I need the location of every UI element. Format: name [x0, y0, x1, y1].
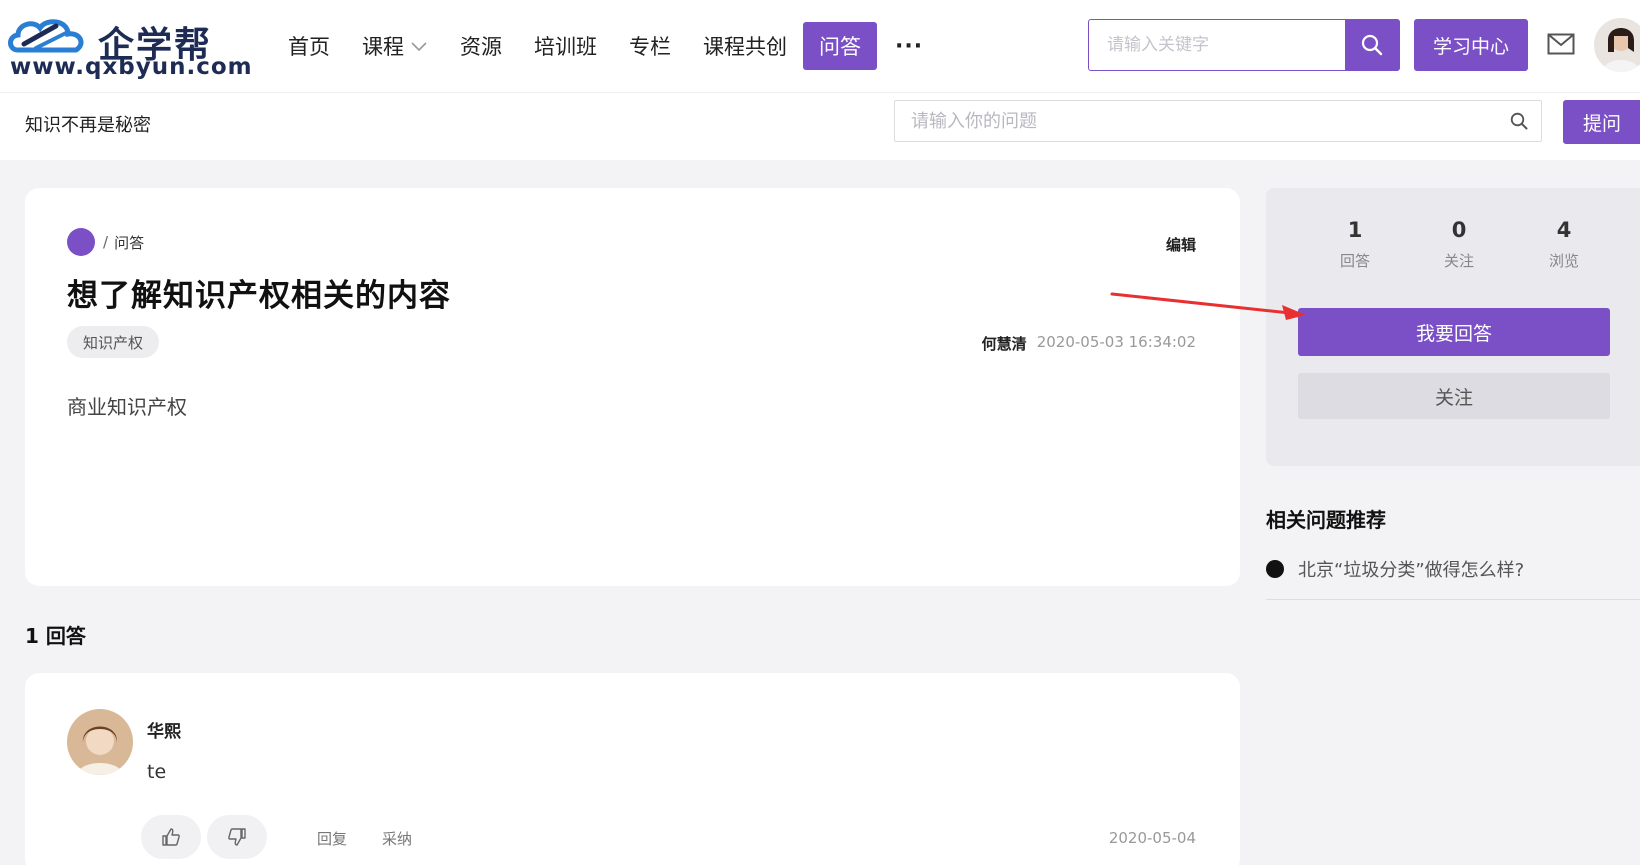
- cloud-logo-icon: [8, 19, 84, 53]
- stat-label: 回答: [1339, 252, 1370, 270]
- like-button[interactable]: [141, 815, 201, 859]
- top-navbar: 企学帮 www.qxbyun.com 首页 课程 资源 培训班 专栏 课程共创 …: [0, 0, 1640, 92]
- user-avatar[interactable]: [1594, 18, 1640, 72]
- question-title: 想了解知识产权相关的内容: [67, 278, 451, 314]
- dislike-button[interactable]: [207, 815, 267, 859]
- nav-item-home[interactable]: 首页: [288, 22, 330, 70]
- stat-label: 浏览: [1548, 252, 1579, 270]
- stat-label: 关注: [1443, 252, 1474, 270]
- main-nav: 首页 课程 资源 培训班 专栏 课程共创 问答 ···: [288, 22, 923, 70]
- category-avatar[interactable]: [67, 228, 95, 256]
- edit-question-link[interactable]: 编辑: [1166, 234, 1196, 255]
- keyword-search: [1088, 19, 1400, 71]
- question-author[interactable]: 何慧清: [982, 333, 1027, 354]
- answer-card: 华熙 te 回复 采纳 2020-05-04: [25, 673, 1240, 865]
- stat-views: 4 浏览: [1524, 218, 1604, 271]
- stat-number: 0: [1451, 218, 1467, 242]
- nav-item-co-create[interactable]: 课程共创: [703, 22, 787, 70]
- stat-answers: 1 回答: [1315, 218, 1395, 271]
- question-tag[interactable]: 知识产权: [67, 326, 160, 358]
- stat-number: 4: [1556, 218, 1572, 242]
- nav-item-column[interactable]: 专栏: [629, 22, 671, 70]
- nav-item-qa[interactable]: 问答: [803, 22, 877, 70]
- nav-label: 课程共创: [703, 35, 787, 59]
- bullet-dot: [1266, 560, 1284, 578]
- nav-label: 首页: [288, 35, 330, 59]
- ask-question-button[interactable]: 提问: [1563, 100, 1640, 144]
- question-search-button[interactable]: [1497, 112, 1541, 130]
- breadcrumb: / 问答: [67, 228, 144, 256]
- answer-count-heading: 1 回答: [25, 624, 86, 648]
- avatar-image: [67, 709, 133, 775]
- answer-date: 2020-05-04: [1108, 829, 1196, 847]
- reply-link[interactable]: 回复: [317, 828, 347, 849]
- related-questions-title: 相关问题推荐: [1266, 508, 1386, 532]
- question-time: 2020-05-03 16:34:02: [1036, 333, 1196, 351]
- breadcrumb-separator: /: [103, 233, 109, 251]
- answerer-name[interactable]: 华熙: [147, 717, 181, 742]
- nav-label: 资源: [460, 35, 502, 59]
- logo-url: www.qxbyun.com: [10, 54, 253, 80]
- keyword-search-button[interactable]: [1345, 20, 1399, 70]
- write-answer-button[interactable]: 我要回答: [1298, 308, 1610, 356]
- chevron-down-icon: [411, 42, 427, 52]
- nav-label: 问答: [819, 35, 861, 59]
- nav-label: 课程: [362, 35, 404, 59]
- question-body: 商业知识产权: [67, 395, 187, 419]
- nav-item-courses[interactable]: 课程: [362, 22, 428, 70]
- stat-number: 1: [1347, 218, 1363, 242]
- search-icon: [1361, 34, 1383, 56]
- thumb-up-icon: [162, 828, 180, 846]
- question-search: [894, 100, 1542, 142]
- answer-text: te: [147, 761, 167, 783]
- related-question-item[interactable]: 北京“垃圾分类”做得怎么样?: [1266, 552, 1640, 600]
- mail-icon[interactable]: [1547, 33, 1575, 55]
- nav-item-training[interactable]: 培训班: [534, 22, 597, 70]
- stat-follows: 0 关注: [1419, 218, 1499, 271]
- nav-more-button[interactable]: ···: [895, 34, 923, 59]
- question-search-input[interactable]: [895, 101, 1497, 141]
- question-meta: 何慧清 2020-05-03 16:34:02: [982, 333, 1196, 354]
- nav-label: 培训班: [534, 35, 597, 59]
- question-stats-card: 1 回答 0 关注 4 浏览 我要回答 关注: [1266, 188, 1640, 466]
- keyword-search-input[interactable]: [1089, 20, 1345, 70]
- accept-link[interactable]: 采纳: [382, 828, 412, 849]
- site-logo[interactable]: 企学帮 www.qxbyun.com: [6, 10, 252, 80]
- question-card: / 问答 编辑 想了解知识产权相关的内容 知识产权 何慧清 2020-05-03…: [25, 188, 1240, 586]
- nav-label: 专栏: [629, 35, 671, 59]
- search-icon: [1510, 112, 1528, 130]
- related-question-text: 北京“垃圾分类”做得怎么样?: [1298, 560, 1525, 581]
- qa-subbar: 知识不再是秘密 提问: [0, 92, 1640, 160]
- avatar-image: [1594, 18, 1640, 72]
- follow-question-button[interactable]: 关注: [1298, 373, 1610, 419]
- qa-slogan: 知识不再是秘密: [25, 115, 151, 136]
- breadcrumb-qa[interactable]: 问答: [114, 232, 144, 253]
- answerer-avatar[interactable]: [67, 709, 133, 775]
- learning-center-button[interactable]: 学习中心: [1414, 19, 1528, 71]
- thumb-down-icon: [228, 828, 246, 846]
- nav-item-resources[interactable]: 资源: [460, 22, 502, 70]
